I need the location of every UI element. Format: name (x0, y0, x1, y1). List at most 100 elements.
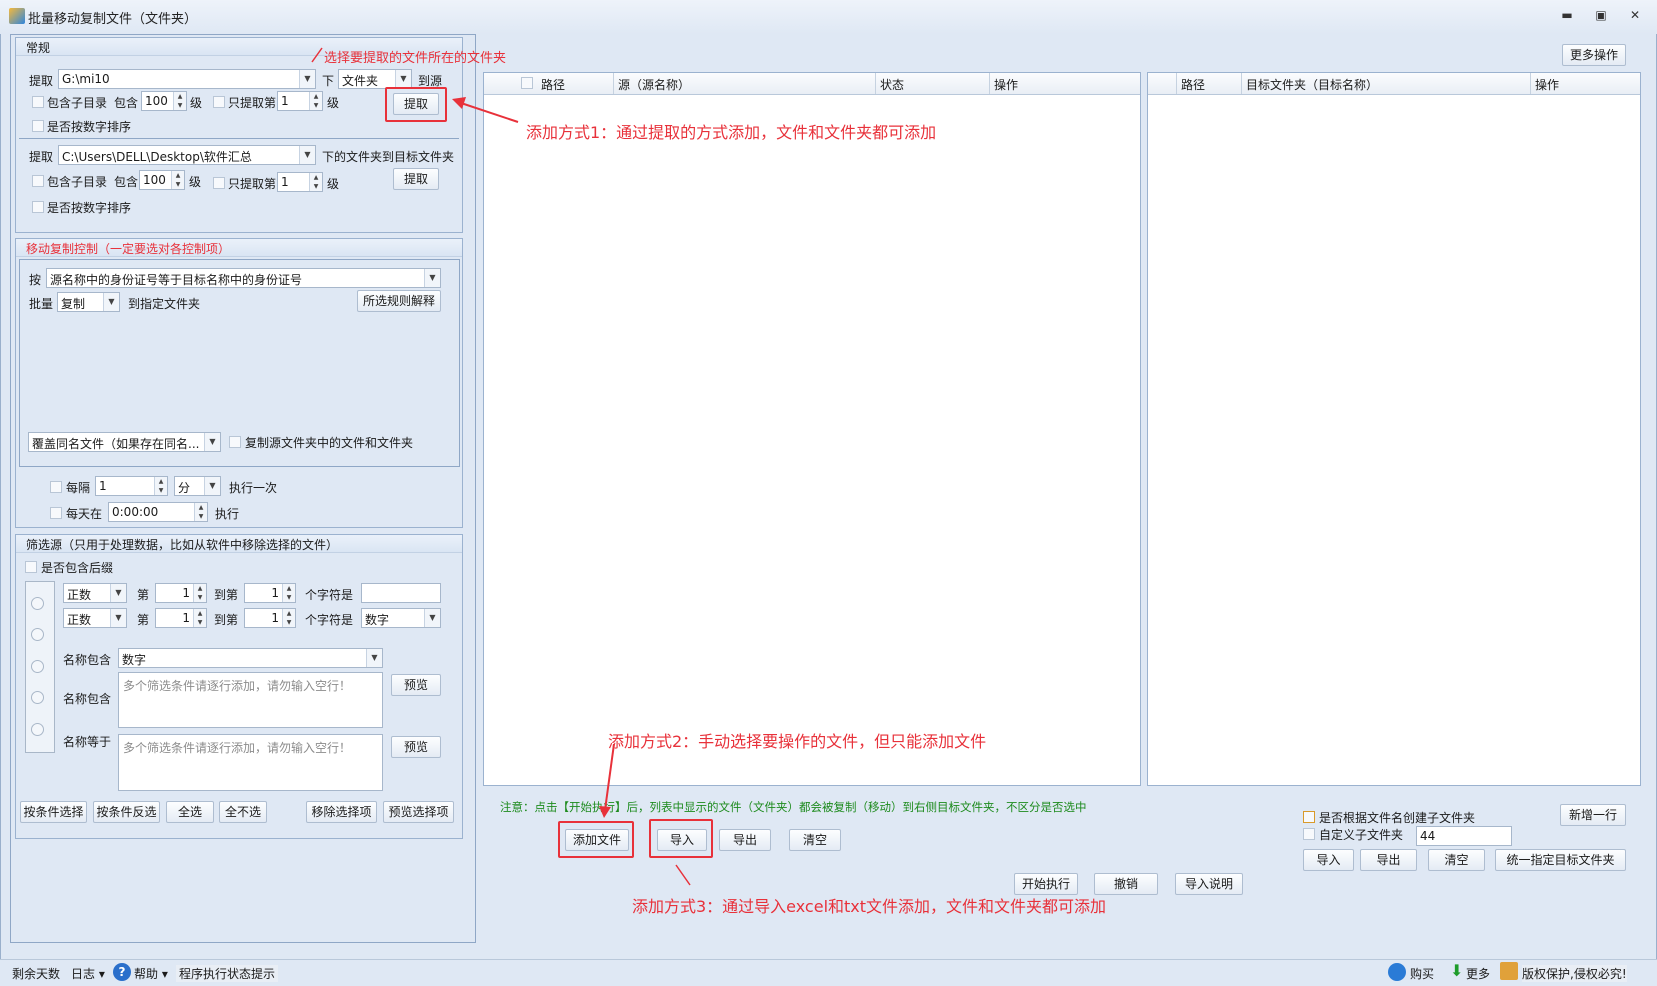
filter-radio-2[interactable] (31, 628, 44, 641)
every-checkbox[interactable] (50, 481, 62, 493)
spin-arrows-icon[interactable]: ▲ ▼ (194, 503, 207, 521)
chevron-down-icon[interactable]: ▼ (299, 146, 315, 164)
target-grid[interactable] (1147, 72, 1641, 786)
help-icon[interactable]: ? (113, 963, 131, 981)
help-menu[interactable]: 帮助 ▾ (134, 965, 168, 982)
cancel-button[interactable]: 撤销 (1094, 873, 1158, 895)
col-path[interactable]: 路径 (537, 73, 614, 94)
r5-preview-button[interactable]: 预览 (391, 736, 441, 758)
chevron-down-icon[interactable]: ▼ (103, 293, 119, 311)
extract-path-combo[interactable]: G:\mi10 ▼ (58, 69, 316, 89)
extract-button-2[interactable]: 提取 (393, 168, 439, 190)
chevron-down-icon[interactable]: ▼ (110, 584, 126, 602)
minimize-button[interactable]: ▬ (1556, 8, 1578, 26)
select-all-button[interactable]: 全选 (166, 801, 214, 823)
select-by-condition-button[interactable]: 按条件选择 (20, 801, 87, 823)
spin-arrows-icon[interactable]: ▲ ▼ (193, 609, 206, 627)
custom-folder-checkbox[interactable] (1303, 828, 1315, 840)
clear-button[interactable]: 清空 (789, 829, 841, 851)
daily-checkbox[interactable] (50, 507, 62, 519)
levels-spinner-2[interactable]: 100 ▲ ▼ (139, 170, 185, 190)
chevron-down-icon[interactable]: ▼ (204, 433, 220, 451)
r3-combo[interactable]: 数字 ▼ (118, 648, 383, 668)
target-clear-button[interactable]: 清空 (1428, 849, 1485, 871)
col-target-folder[interactable]: 目标文件夹（目标名称） (1242, 73, 1531, 94)
col-target-ops[interactable]: 操作 (1531, 73, 1639, 94)
r1-a-spinner[interactable]: 1 ▲ ▼ (155, 583, 207, 603)
spin-arrows-icon[interactable]: ▲ ▼ (282, 584, 295, 602)
start-button[interactable]: 开始执行 (1014, 873, 1078, 895)
chevron-down-icon[interactable]: ▼ (366, 649, 382, 667)
filter-radio-4[interactable] (31, 691, 44, 704)
r2-a-spinner[interactable]: 1 ▲ ▼ (155, 608, 207, 628)
levels-spinner[interactable]: 100 ▲ ▼ (141, 91, 187, 111)
spin-arrows-icon[interactable]: ▲ ▼ (282, 609, 295, 627)
col-target-path[interactable]: 路径 (1176, 73, 1242, 94)
r1-mode-combo[interactable]: 正数 ▼ (63, 583, 127, 603)
maximize-button[interactable]: ▣ (1590, 8, 1612, 26)
buy-icon[interactable] (1388, 963, 1406, 981)
target-export-button[interactable]: 导出 (1360, 849, 1417, 871)
buy-link[interactable]: 购买 (1410, 965, 1434, 982)
r1-b-spinner[interactable]: 1 ▲ ▼ (244, 583, 296, 603)
r2-b-spinner[interactable]: 1 ▲ ▼ (244, 608, 296, 628)
rule-combo[interactable]: 源名称中的身份证号等于目标名称中的身份证号 ▼ (46, 268, 441, 288)
unit-combo[interactable]: 分 ▼ (174, 476, 221, 496)
spin-arrows-icon[interactable]: ▲ ▼ (154, 477, 167, 495)
type-combo[interactable]: 文件夹 ▼ (338, 69, 412, 89)
nth-spinner-2[interactable]: 1 ▲ ▼ (277, 172, 323, 192)
spin-arrows-icon[interactable]: ▲ ▼ (309, 173, 322, 191)
extract-path-combo-2[interactable]: C:\Users\DELL\Desktop\软件汇总 ▼ (58, 145, 316, 165)
chevron-down-icon[interactable]: ▼ (110, 609, 126, 627)
r1-value-field[interactable] (361, 583, 441, 603)
explain-rule-button[interactable]: 所选规则解释 (357, 290, 441, 312)
custom-folder-input[interactable]: 44 (1416, 826, 1512, 846)
close-button[interactable]: ✕ (1624, 8, 1646, 26)
chevron-down-icon[interactable]: ▼ (204, 477, 220, 495)
every-spinner[interactable]: 1 ▲ ▼ (95, 476, 168, 496)
spin-arrows-icon[interactable]: ▲ ▼ (173, 92, 186, 110)
r2-value-combo[interactable]: 数字 ▼ (361, 608, 441, 628)
more-ops-button[interactable]: 更多操作 (1562, 44, 1626, 66)
only-extract-checkbox[interactable] (213, 96, 225, 108)
include-sub-checkbox-2[interactable] (32, 175, 44, 187)
sort-num-checkbox-2[interactable] (32, 201, 44, 213)
filter-radio-5[interactable] (31, 723, 44, 736)
export-button[interactable]: 导出 (719, 829, 771, 851)
include-sub-checkbox[interactable] (32, 96, 44, 108)
target-import-button[interactable]: 导入 (1303, 849, 1354, 871)
chevron-down-icon[interactable]: ▼ (299, 70, 315, 88)
copy-contents-checkbox[interactable] (229, 436, 241, 448)
filter-radio-1[interactable] (31, 597, 44, 610)
spin-arrows-icon[interactable]: ▲ ▼ (171, 171, 184, 189)
nth-spinner[interactable]: 1 ▲ ▼ (277, 91, 323, 111)
spin-arrows-icon[interactable]: ▲ ▼ (309, 92, 322, 110)
by-name-checkbox[interactable] (1303, 811, 1315, 823)
filter-radio-3[interactable] (31, 660, 44, 673)
new-row-button[interactable]: 新增一行 (1560, 804, 1626, 826)
remove-selected-button[interactable]: 移除选择项 (306, 801, 377, 823)
col-source[interactable]: 源（源名称） (614, 73, 876, 94)
daily-time-spinner[interactable]: 0:00:00 ▲ ▼ (108, 502, 208, 522)
col-ops[interactable]: 操作 (990, 73, 1140, 94)
overwrite-combo[interactable]: 覆盖同名文件（如果存在同名... ▼ (28, 432, 221, 452)
r2-mode-combo[interactable]: 正数 ▼ (63, 608, 127, 628)
invert-by-condition-button[interactable]: 按条件反选 (93, 801, 160, 823)
sort-num-checkbox[interactable] (32, 120, 44, 132)
col-status[interactable]: 状态 (876, 73, 990, 94)
unify-target-button[interactable]: 统一指定目标文件夹 (1495, 849, 1626, 871)
chevron-down-icon[interactable]: ▼ (424, 609, 440, 627)
r5-textarea[interactable]: 多个筛选条件请逐行添加，请勿输入空行！ (118, 734, 383, 791)
only-extract-checkbox-2[interactable] (213, 177, 225, 189)
preview-selected-button[interactable]: 预览选择项 (383, 801, 454, 823)
select-all-checkbox[interactable] (521, 77, 533, 89)
spin-arrows-icon[interactable]: ▲ ▼ (193, 584, 206, 602)
import-help-button[interactable]: 导入说明 (1175, 873, 1243, 895)
log-menu[interactable]: 日志 ▾ (71, 965, 105, 982)
r4-preview-button[interactable]: 预览 (391, 674, 441, 696)
download-arrow-icon[interactable]: ⬇ (1450, 961, 1463, 980)
r4-textarea[interactable]: 多个筛选条件请逐行添加，请勿输入空行！ (118, 672, 383, 728)
mode-combo[interactable]: 复制 ▼ (57, 292, 120, 312)
select-none-button[interactable]: 全不选 (219, 801, 267, 823)
source-grid[interactable] (483, 72, 1141, 786)
